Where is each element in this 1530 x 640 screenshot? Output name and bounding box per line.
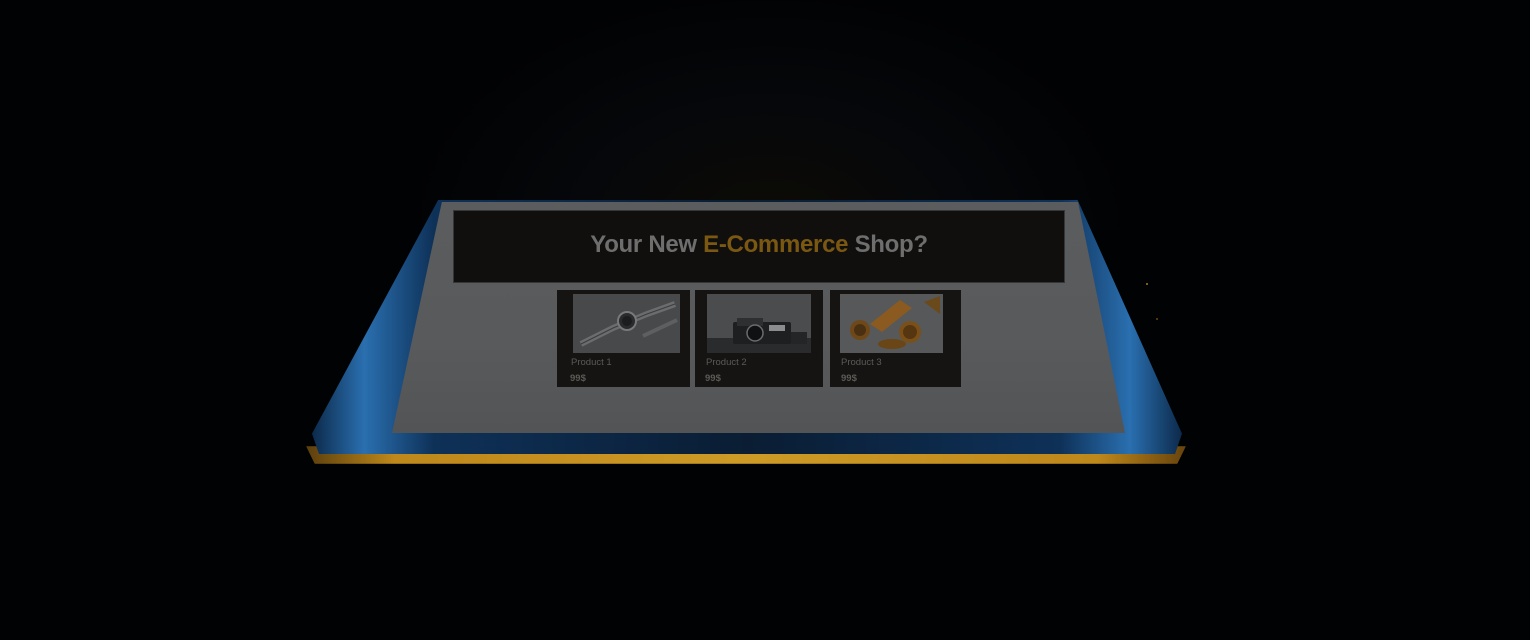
product-name: Product 2: [706, 357, 747, 368]
hero-title-start: Your New: [590, 231, 704, 258]
product-price: 99$: [570, 373, 586, 384]
product-image-smartwatch: [573, 294, 680, 353]
product-card[interactable]: Product 3 99$: [830, 290, 961, 387]
hero-banner: Your New E-Commerce Shop?: [454, 211, 1064, 282]
product-name: Product 1: [571, 357, 612, 368]
background-glow: [420, 0, 1120, 230]
camera-image: [707, 294, 811, 353]
hero-title: Your New E-Commerce Shop?: [454, 231, 1064, 259]
spark-dot: [1156, 318, 1158, 320]
product-card[interactable]: Product 1 99$: [557, 290, 690, 387]
hero-title-end: Shop?: [848, 231, 928, 258]
product-price: 99$: [841, 373, 857, 384]
smartwatch-image: [573, 294, 680, 353]
product-image-camera: [707, 294, 811, 353]
product-card[interactable]: Product 2 99$: [695, 290, 823, 387]
product-name: Product 3: [841, 357, 882, 368]
spark-dot: [1146, 283, 1148, 285]
product-price: 99$: [705, 373, 721, 384]
product-image-citrus-fruit: [840, 294, 943, 353]
citrus-fruit-image: [840, 294, 943, 353]
hero-title-accent: E-Commerce: [703, 231, 849, 258]
